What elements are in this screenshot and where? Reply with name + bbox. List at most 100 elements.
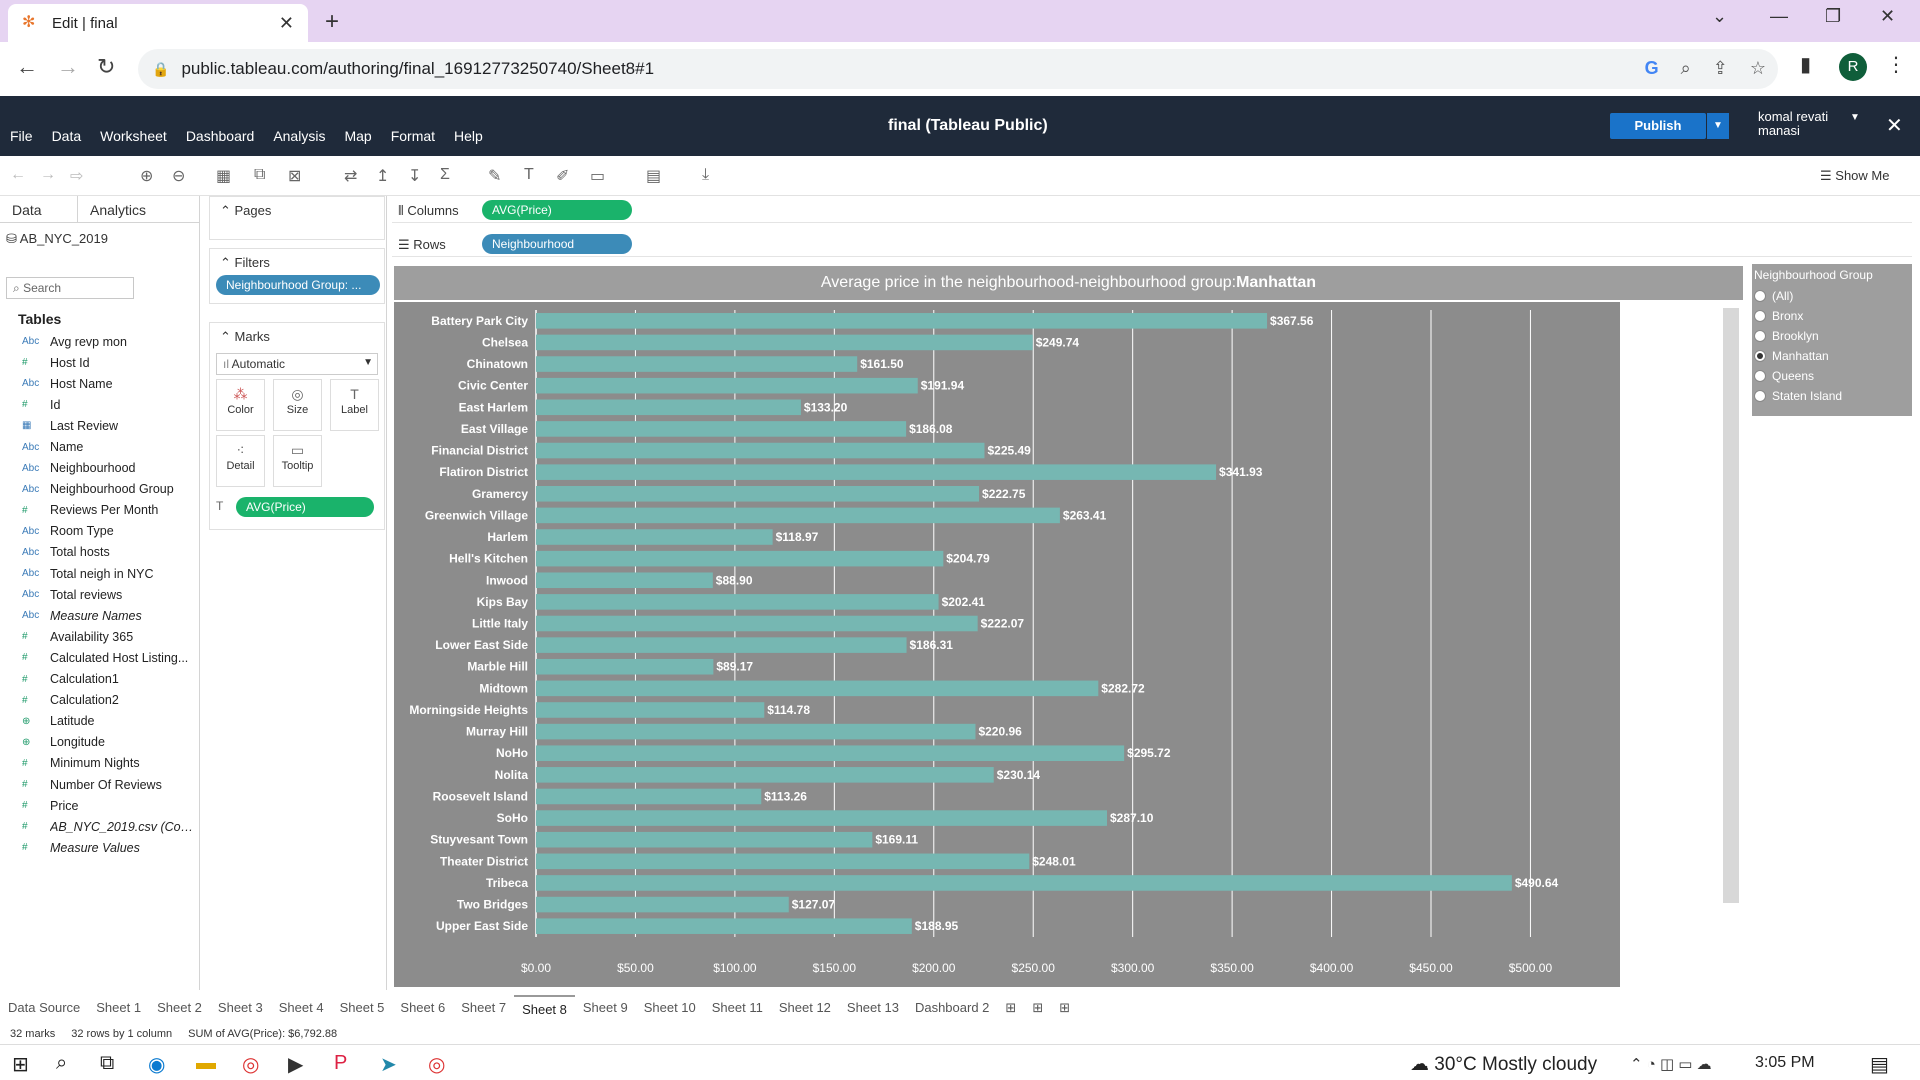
bar[interactable] — [536, 421, 907, 437]
window-close-icon[interactable]: ✕ — [1880, 6, 1895, 27]
menu-worksheet[interactable]: Worksheet — [100, 128, 167, 144]
file-explorer-icon[interactable]: ▬ — [196, 1052, 216, 1075]
bar[interactable] — [536, 810, 1108, 826]
bar[interactable] — [536, 615, 978, 632]
reload-icon[interactable]: ↻ — [97, 54, 115, 80]
sheet-tab[interactable]: Sheet 9 — [575, 995, 636, 1021]
field-item[interactable]: Abc Total reviews — [0, 584, 199, 605]
sheet-tab[interactable]: Sheet 4 — [271, 995, 332, 1021]
label-pill[interactable]: AVG(Price) — [236, 497, 374, 517]
radio-icon[interactable] — [1754, 330, 1766, 342]
filter-option[interactable]: Manhattan — [1754, 346, 1912, 366]
bookmark-star-icon[interactable]: ☆ — [1750, 58, 1766, 79]
bar[interactable] — [536, 702, 765, 718]
bar[interactable] — [536, 485, 980, 502]
show-hide-cards-icon[interactable]: ▤ — [646, 166, 661, 186]
tab-analytics[interactable]: Analytics — [78, 196, 156, 222]
bar[interactable] — [536, 313, 1268, 329]
field-item[interactable]: # Calculated Host Listing... — [0, 647, 199, 668]
filters-card[interactable]: ⌃ Filters Neighbourhood Group: ... — [209, 248, 385, 304]
bar[interactable] — [536, 356, 858, 372]
bar[interactable] — [536, 464, 1217, 480]
publish-button[interactable]: Publish — [1610, 113, 1706, 139]
bar[interactable] — [536, 334, 1033, 351]
field-item[interactable]: ⊕ Latitude — [0, 711, 199, 732]
download-icon[interactable]: ⤓ — [702, 166, 709, 184]
windows-start-icon[interactable]: ⊞ — [12, 1052, 29, 1077]
field-item[interactable]: Abc Measure Names — [0, 605, 199, 626]
bar[interactable] — [536, 594, 939, 610]
new-dashboard-tab-icon[interactable]: ⊞ — [1024, 995, 1051, 1021]
bar[interactable] — [536, 399, 801, 416]
tab-search-chevron-icon[interactable]: ⌄ — [1712, 6, 1727, 27]
bar[interactable] — [536, 788, 762, 805]
browser-menu-icon[interactable]: ⋮ — [1886, 52, 1906, 77]
chrome-active-icon[interactable]: ◎ — [428, 1052, 445, 1077]
field-item[interactable]: Abc Total neigh in NYC — [0, 563, 199, 584]
minimize-icon[interactable]: — — [1770, 6, 1788, 27]
close-authoring-icon[interactable]: ✕ — [1886, 113, 1903, 138]
field-item[interactable]: # Availability 365 — [0, 626, 199, 647]
field-item[interactable]: # Reviews Per Month — [0, 500, 199, 521]
columns-pill[interactable]: AVG(Price) — [482, 200, 632, 220]
url-field[interactable]: 🔒 public.tableau.com/authoring/final_169… — [138, 49, 1778, 89]
new-story-tab-icon[interactable]: ⊞ — [1051, 995, 1078, 1021]
field-item[interactable]: # Id — [0, 394, 199, 415]
sheet-tab[interactable]: Sheet 1 — [88, 995, 149, 1021]
field-item[interactable]: Abc Host Name — [0, 373, 199, 394]
bar[interactable] — [536, 572, 713, 589]
detail-button[interactable]: ⁖ Detail — [216, 435, 265, 487]
sheet-tab[interactable]: Sheet 11 — [704, 995, 771, 1021]
totals-icon[interactable]: Σ — [440, 166, 450, 184]
tab-data[interactable]: Data — [0, 196, 78, 222]
show-me-button[interactable]: ☰ Show Me — [1820, 168, 1889, 184]
zoom-icon[interactable]: ⌕ — [1681, 58, 1691, 79]
bar[interactable] — [536, 875, 1512, 891]
edge-icon[interactable]: ◉ — [148, 1052, 165, 1077]
radio-icon[interactable] — [1754, 310, 1766, 322]
field-item[interactable]: ⊕ Longitude — [0, 732, 199, 753]
bar-chart[interactable]: $0.00 $50.00 $100.00 $150.00 $200.00 $250.00 $… — [392, 302, 1722, 987]
search-input[interactable]: ⌕ Search — [6, 277, 134, 299]
filter-option[interactable]: Brooklyn — [1754, 326, 1912, 346]
sheet-tab[interactable]: Sheet 5 — [332, 995, 393, 1021]
tray-icons[interactable]: ⌃ ◔ ◫ ▭ ☁ — [1630, 1055, 1712, 1073]
menu-help[interactable]: Help — [454, 128, 483, 144]
menu-dashboard[interactable]: Dashboard — [186, 128, 255, 144]
fix-axes-icon[interactable]: ✐ — [556, 166, 569, 186]
field-item[interactable]: # Minimum Nights — [0, 753, 199, 774]
sheet-tab[interactable]: Sheet 3 — [210, 995, 271, 1021]
new-tab-icon[interactable]: + — [325, 8, 339, 36]
field-item[interactable]: Abc Neighbourhood — [0, 458, 199, 479]
radio-icon[interactable] — [1754, 350, 1766, 362]
undo-icon[interactable]: ← — [10, 166, 26, 184]
new-worksheet-tab-icon[interactable]: ⊞ — [997, 995, 1024, 1021]
publish-dropdown-icon[interactable]: ▼ — [1707, 113, 1729, 139]
weather-widget[interactable]: ☁ 30°C Mostly cloudy — [1410, 1053, 1597, 1076]
bar[interactable] — [536, 529, 773, 545]
menu-data[interactable]: Data — [52, 128, 82, 144]
duplicate-sheet-icon[interactable]: ⧉ — [254, 166, 265, 184]
task-view-icon[interactable]: ⧉ — [100, 1052, 114, 1075]
filter-option[interactable]: (All) — [1754, 286, 1912, 306]
bar[interactable] — [536, 745, 1125, 762]
field-item[interactable]: Abc Name — [0, 436, 199, 457]
field-item[interactable]: Abc Room Type — [0, 521, 199, 542]
bar[interactable] — [536, 680, 1099, 697]
field-item[interactable]: # Calculation1 — [0, 669, 199, 690]
chrome-icon[interactable]: ◎ — [242, 1052, 259, 1077]
field-item[interactable]: ▦ Last Review — [0, 415, 199, 436]
search-icon[interactable]: ⌕ — [56, 1052, 67, 1075]
field-item[interactable]: # Calculation2 — [0, 690, 199, 711]
menu-format[interactable]: Format — [391, 128, 435, 144]
share-icon[interactable]: ⇪ — [1713, 58, 1728, 79]
sort-ascending-icon[interactable]: ↥ — [376, 166, 389, 186]
new-worksheet-icon[interactable]: ▦ — [216, 166, 231, 186]
browser-tab[interactable]: ✻ Edit | final ✕ — [8, 4, 308, 42]
filter-option[interactable]: Bronx — [1754, 306, 1912, 326]
profile-avatar[interactable]: R — [1839, 53, 1867, 81]
field-item[interactable]: Abc Neighbourhood Group — [0, 479, 199, 500]
bar[interactable] — [536, 377, 918, 394]
menu-map[interactable]: Map — [344, 128, 371, 144]
telegram-icon[interactable]: ➤ — [380, 1052, 397, 1077]
